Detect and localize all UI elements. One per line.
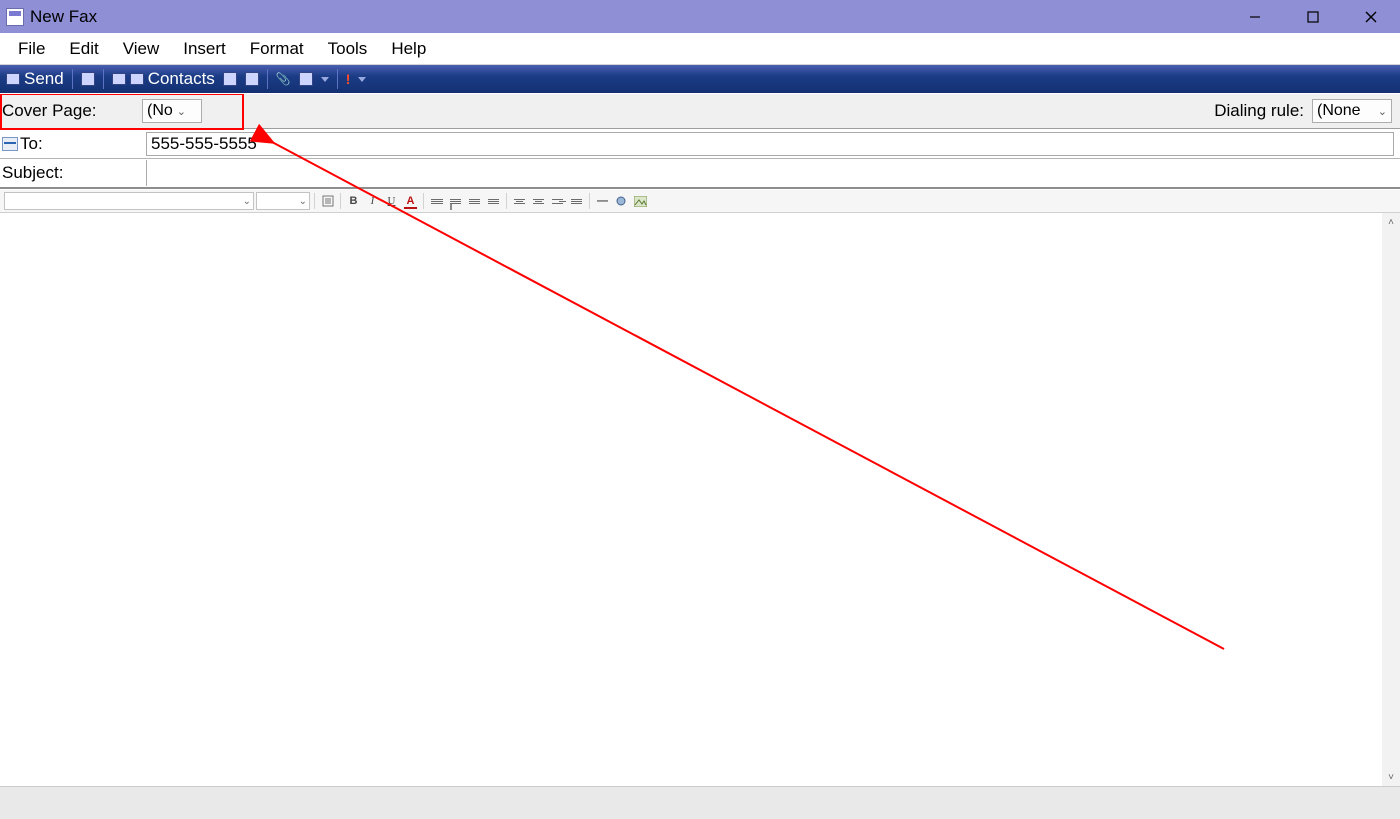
dialing-rule-select[interactable]: (None ⌄ [1312, 99, 1392, 123]
card-icon [112, 73, 126, 85]
outdent-button[interactable] [466, 193, 483, 210]
toolbar-preview-button[interactable] [77, 65, 99, 93]
font-family-select[interactable]: ⌄ [4, 192, 254, 210]
toolbar-addressbook-button[interactable] [219, 65, 241, 93]
numbered-list-button[interactable] [428, 193, 445, 210]
align-left-button[interactable] [511, 193, 528, 210]
menu-file[interactable]: File [6, 35, 57, 63]
font-size-select[interactable]: ⌄ [256, 192, 310, 210]
close-button[interactable] [1342, 0, 1400, 33]
send-button[interactable]: Send [2, 65, 68, 93]
insert-line-button[interactable]: — [594, 193, 611, 210]
card-icon [130, 73, 144, 85]
scroll-down-button[interactable]: ˅ [1382, 768, 1400, 786]
dialing-rule-value: (None [1317, 102, 1361, 120]
contact-card-icon [2, 137, 18, 151]
insert-picture-button[interactable] [632, 193, 649, 210]
subject-label: Subject: [0, 163, 146, 183]
window-title: New Fax [30, 7, 97, 27]
menu-edit[interactable]: Edit [57, 35, 110, 63]
maximize-button[interactable] [1284, 0, 1342, 33]
format-toolbar: ⌄ ⌄ B I U A — [0, 189, 1400, 213]
scroll-up-button[interactable]: ˄ [1382, 213, 1400, 231]
toolbar: Send Contacts 📎 ! [0, 65, 1400, 93]
scan-icon [299, 72, 313, 86]
chevron-down-icon: ⌄ [299, 196, 307, 207]
menu-tools[interactable]: Tools [316, 35, 380, 63]
indent-button[interactable] [485, 193, 502, 210]
chevron-down-icon [358, 77, 366, 82]
bold-button[interactable]: B [345, 193, 362, 210]
contacts-button[interactable]: Contacts [108, 65, 219, 93]
chevron-down-icon [321, 77, 329, 82]
coverpage-label: Cover Page: [2, 101, 142, 121]
menu-view[interactable]: View [111, 35, 172, 63]
toolbar-scan-button[interactable] [295, 65, 317, 93]
coverpage-value: (No [147, 102, 173, 120]
app-icon [6, 8, 24, 26]
page-icon [81, 72, 95, 86]
menubar: File Edit View Insert Format Tools Help [0, 33, 1400, 65]
chevron-down-icon: ⌄ [243, 196, 251, 207]
bulleted-list-button[interactable] [447, 193, 464, 210]
subject-row: Subject: [0, 159, 1400, 189]
book-icon [223, 72, 237, 86]
menu-format[interactable]: Format [238, 35, 316, 63]
menu-insert[interactable]: Insert [171, 35, 238, 63]
paperclip-icon: 📎 [276, 72, 291, 86]
status-bar [0, 786, 1400, 819]
to-row: To: [0, 129, 1400, 159]
toolbar-scan-dropdown[interactable] [317, 65, 333, 93]
titlebar: New Fax [0, 0, 1400, 33]
chevron-down-icon: ⌄ [1378, 105, 1387, 118]
align-center-button[interactable] [530, 193, 547, 210]
toolbar-priority-dropdown[interactable] [354, 65, 370, 93]
align-justify-button[interactable] [568, 193, 585, 210]
message-body[interactable]: ˄ ˅ [0, 213, 1400, 786]
chevron-down-icon: ⌄ [177, 105, 186, 118]
to-input[interactable] [146, 132, 1394, 156]
coverpage-row: Cover Page: (No ⌄ Dialing rule: (None ⌄ [0, 93, 1400, 129]
priority-icon: ! [346, 71, 351, 87]
to-label[interactable]: To: [0, 134, 146, 154]
paragraph-style-button[interactable] [319, 193, 336, 210]
menu-help[interactable]: Help [379, 35, 438, 63]
underline-button[interactable]: U [383, 193, 400, 210]
align-right-button[interactable] [549, 193, 566, 210]
toolbar-attach-button[interactable]: 📎 [272, 65, 295, 93]
insert-link-button[interactable] [613, 193, 630, 210]
vertical-scrollbar[interactable]: ˄ ˅ [1382, 213, 1400, 786]
dialing-rule-label: Dialing rule: [1214, 101, 1304, 121]
font-color-button[interactable]: A [402, 193, 419, 210]
toolbar-check-button[interactable] [241, 65, 263, 93]
minimize-button[interactable] [1226, 0, 1284, 33]
subject-input[interactable] [146, 160, 1394, 186]
coverpage-select[interactable]: (No ⌄ [142, 99, 202, 123]
italic-button[interactable]: I [364, 193, 381, 210]
toolbar-priority-button[interactable]: ! [342, 65, 355, 93]
send-icon [6, 73, 20, 85]
check-icon [245, 72, 259, 86]
